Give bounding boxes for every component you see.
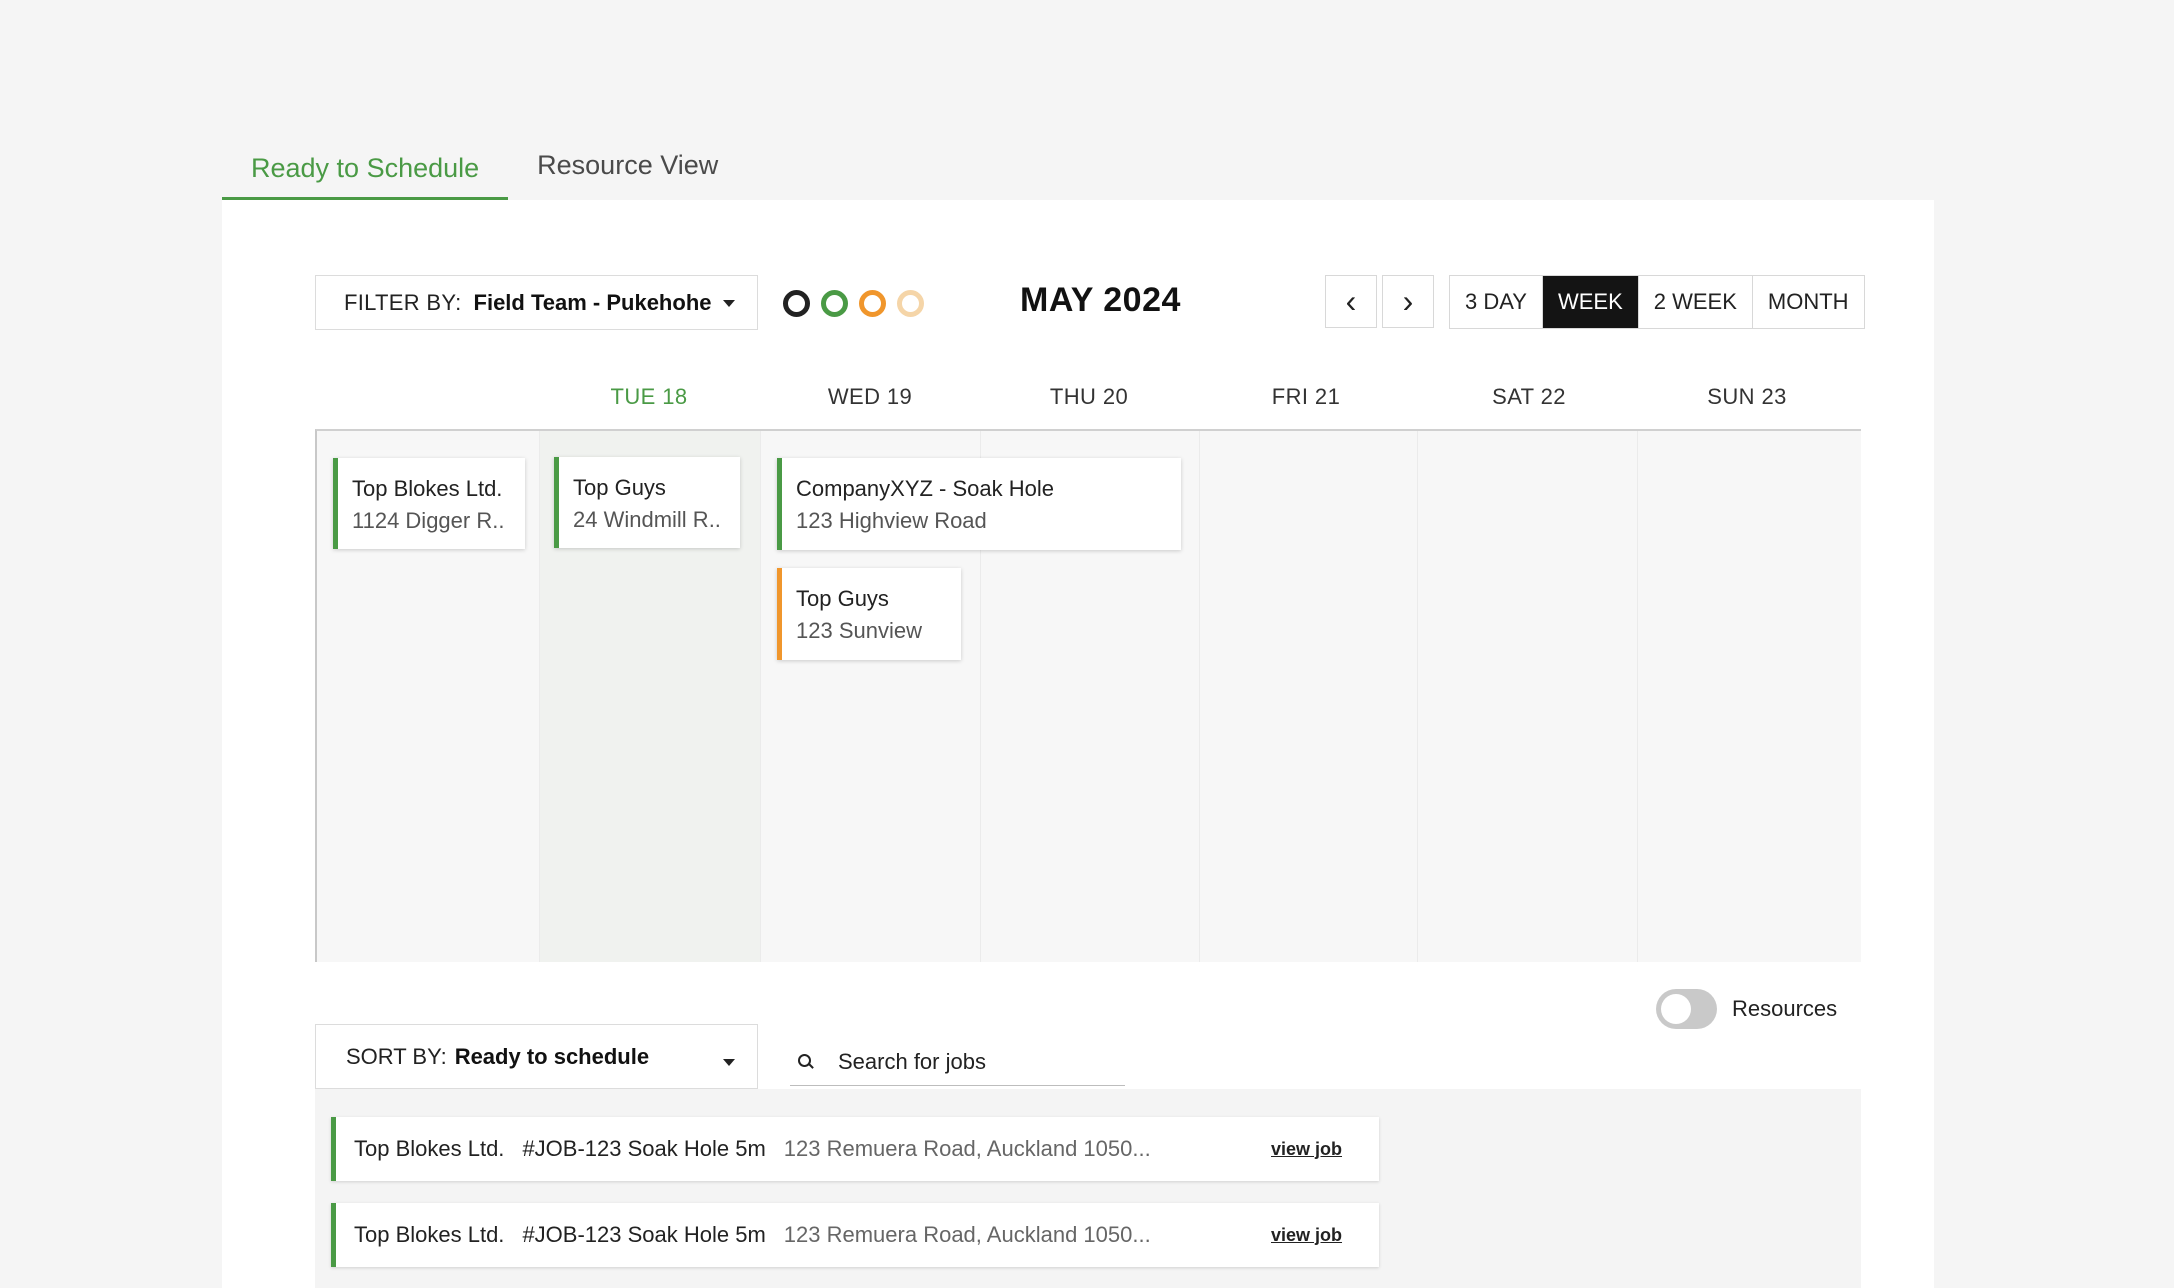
resources-toggle[interactable]: [1656, 989, 1717, 1029]
job-address: 123 Remuera Road, Auckland 1050...: [783, 1222, 1151, 1247]
job-client: Top Blokes Ltd.: [354, 1222, 505, 1247]
search-input[interactable]: [838, 1048, 1118, 1075]
day-column-sat[interactable]: [1417, 431, 1637, 962]
event-address: 123 Sunview: [796, 618, 922, 643]
next-period-button[interactable]: ›: [1382, 275, 1434, 328]
job-id: #JOB-123 Soak Hole 5m: [522, 1136, 766, 1161]
event-address: 123 Highview Road: [796, 508, 987, 533]
view-job-link[interactable]: view job: [1271, 1225, 1342, 1246]
prev-period-button[interactable]: ‹: [1325, 275, 1377, 328]
chevron-right-icon: ›: [1402, 283, 1414, 319]
event-address: 1124 Digger R..: [352, 508, 505, 533]
job-client: Top Blokes Ltd.: [354, 1136, 505, 1161]
day-header-sun: SUN 23: [1707, 384, 1787, 409]
day-header-tue: TUE 18: [610, 384, 688, 409]
event-title: Top Guys: [573, 475, 666, 500]
sort-value: Ready to schedule: [454, 1043, 650, 1069]
event-card[interactable]: Top Guys 123 Sunview: [777, 568, 961, 660]
month-title: MAY 2024: [1020, 281, 1181, 319]
status-dot-icon: [821, 290, 848, 317]
sort-label: SORT BY:: [346, 1043, 447, 1069]
view-month-button[interactable]: MONTH: [1753, 276, 1864, 328]
event-title: CompanyXYZ - Soak Hole: [796, 476, 1054, 501]
resources-toggle-label: Resources: [1732, 996, 1838, 1021]
view-job-link[interactable]: view job: [1271, 1139, 1342, 1160]
chevron-left-icon: ‹: [1345, 283, 1357, 319]
view-2-week-button[interactable]: 2 WEEK: [1639, 276, 1753, 328]
day-header-sat: SAT 22: [1492, 384, 1566, 409]
filter-value: Field Team - Pukehohe: [473, 289, 712, 315]
tab-bar: Ready to Schedule Resource View: [222, 138, 747, 200]
filter-label: FILTER BY:: [344, 289, 462, 315]
job-row[interactable]: Top Blokes Ltd. #JOB-123 Soak Hole 5m 12…: [331, 1203, 1379, 1267]
view-week-button[interactable]: WEEK: [1542, 276, 1639, 328]
status-dot-icon: [897, 290, 924, 317]
view-3-day-button[interactable]: 3 DAY: [1450, 276, 1543, 328]
job-address: 123 Remuera Road, Auckland 1050...: [783, 1136, 1151, 1161]
search-icon: [798, 1053, 814, 1070]
day-header-thu: THU 20: [1049, 384, 1129, 409]
filter-dropdown[interactable]: FILTER BY: Field Team - Pukehohe: [315, 275, 758, 330]
status-legend: [783, 290, 924, 317]
job-id: #JOB-123 Soak Hole 5m: [522, 1222, 766, 1247]
search-box: [790, 1038, 1125, 1086]
event-title: Top Guys: [796, 586, 889, 611]
event-card[interactable]: Top Blokes Ltd. 1124 Digger R..: [333, 458, 525, 549]
sort-dropdown[interactable]: SORT BY: Ready to schedule: [315, 1024, 758, 1089]
day-column-sun[interactable]: [1637, 431, 1863, 962]
view-switcher: 3 DAY WEEK 2 WEEK MONTH: [1449, 275, 1865, 329]
caret-down-icon: [723, 1059, 735, 1066]
tab-resource-view[interactable]: Resource View: [508, 138, 747, 200]
caret-down-icon: [723, 300, 735, 307]
day-column-fri[interactable]: [1199, 431, 1417, 962]
status-dot-icon: [783, 290, 810, 317]
event-card[interactable]: CompanyXYZ - Soak Hole 123 Highview Road: [777, 458, 1181, 550]
event-title: Top Blokes Ltd.: [352, 476, 503, 501]
event-address: 24 Windmill R..: [573, 507, 721, 532]
day-header-wed: WED 19: [827, 384, 913, 409]
event-card[interactable]: Top Guys 24 Windmill R..: [554, 457, 740, 548]
day-header-fri: FRI 21: [1271, 384, 1341, 409]
job-row[interactable]: Top Blokes Ltd. #JOB-123 Soak Hole 5m 12…: [331, 1117, 1379, 1181]
tab-ready-to-schedule[interactable]: Ready to Schedule: [222, 138, 509, 200]
toggle-knob: [1661, 994, 1691, 1024]
status-dot-icon: [859, 290, 886, 317]
